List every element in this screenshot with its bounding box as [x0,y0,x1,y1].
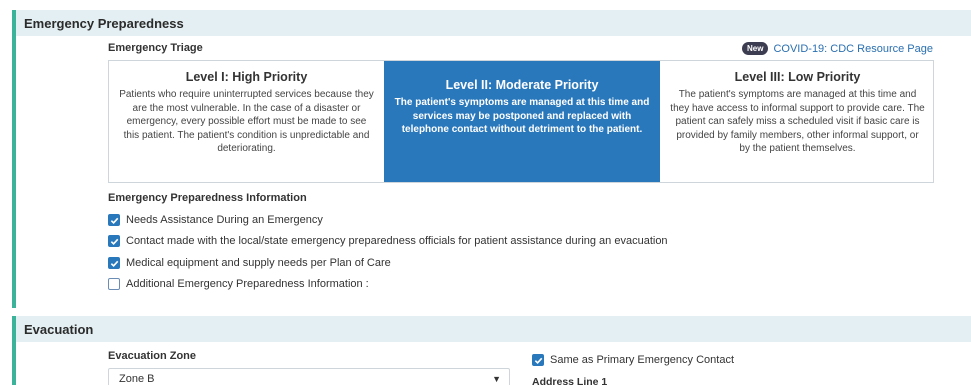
level-title: Level II: Moderate Priority [445,78,599,92]
check-icon [110,238,118,245]
triage-level-2[interactable]: Level II: Moderate Priority The patient'… [384,61,660,182]
checkbox-label: Same as Primary Emergency Contact [550,354,735,366]
section-title-evacuation: Evacuation [16,316,971,342]
checkbox-checked[interactable] [108,235,120,247]
evacuation-zone-label: Evacuation Zone [108,350,197,362]
checkbox-label: Needs Assistance During an Emergency [126,214,323,226]
checkbox-row-officials-contact[interactable]: Contact made with the local/state emerge… [108,235,668,247]
same-as-primary-row[interactable]: Same as Primary Emergency Contact [532,354,734,366]
triage-label: Emergency Triage [108,42,203,54]
level-title: Level I: High Priority [185,70,308,84]
evacuation-section: Evacuation Evacuation Zone Zone B ▼ Same… [12,316,971,385]
section-title-emergency: Emergency Preparedness [16,10,971,36]
check-icon [110,217,118,224]
caret-down-icon: ▼ [492,374,501,384]
checkbox-row-needs-assistance[interactable]: Needs Assistance During an Emergency [108,214,323,226]
checkbox-row-medical-equipment[interactable]: Medical equipment and supply needs per P… [108,257,391,269]
check-icon [110,260,118,267]
triage-level-3[interactable]: Level III: Low Priority The patient's sy… [660,61,935,182]
level-title: Level III: Low Priority [734,70,861,84]
checkbox-label: Additional Emergency Preparedness Inform… [126,278,369,290]
cdc-resource-link-wrap: New COVID-19: CDC Resource Page [741,42,933,55]
level-description: The patient's symptoms are managed at th… [670,89,925,154]
triage-level-selector: Level I: High Priority Patients who requ… [108,60,934,183]
triage-level-1[interactable]: Level I: High Priority Patients who requ… [109,61,384,182]
evacuation-zone-select[interactable]: Zone B ▼ [108,368,510,385]
level-description: Patients who require uninterrupted servi… [119,89,374,154]
checkbox-checked[interactable] [108,257,120,269]
address-line-1-label: Address Line 1 [532,376,608,385]
checkbox-unchecked[interactable] [108,278,120,290]
level-description: The patient's symptoms are managed at th… [394,97,650,135]
checkbox-label: Contact made with the local/state emerge… [126,235,668,247]
checkbox-label: Medical equipment and supply needs per P… [126,257,391,269]
checkbox-row-additional-info[interactable]: Additional Emergency Preparedness Inform… [108,278,369,290]
emergency-preparedness-section: Emergency Preparedness Emergency Triage … [12,10,971,308]
new-badge: New [741,42,769,55]
select-value: Zone B [119,373,155,385]
cdc-resource-link[interactable]: COVID-19: CDC Resource Page [773,43,933,55]
checkbox-checked[interactable] [532,354,544,366]
preparedness-info-label: Emergency Preparedness Information [108,192,307,204]
checkbox-checked[interactable] [108,214,120,226]
check-icon [534,357,542,364]
